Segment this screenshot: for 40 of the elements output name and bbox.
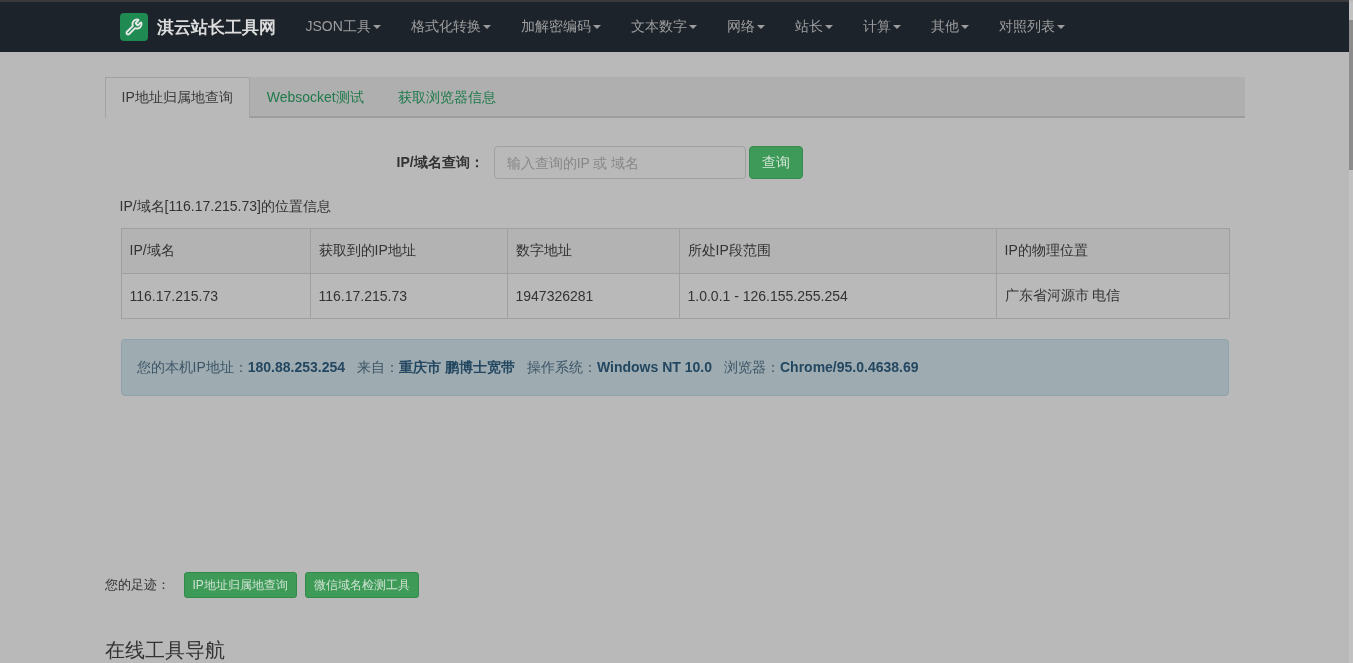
table-cell: 116.17.215.73 xyxy=(310,273,507,319)
table-cell: 1947326281 xyxy=(507,273,679,319)
table-header-cell: IP的物理位置 xyxy=(996,228,1229,274)
table-header-cell: 所处IP段范围 xyxy=(679,228,996,274)
nav-menu-link[interactable]: 网络 xyxy=(711,2,780,52)
brand-link[interactable]: 淇云站长工具网 xyxy=(119,13,276,41)
caret-icon xyxy=(756,25,765,29)
footprints-label: 您的足迹： xyxy=(104,576,170,594)
scrollbar-thumb[interactable] xyxy=(1349,20,1353,170)
nav-menu-link[interactable]: 对照列表 xyxy=(983,2,1080,52)
table-cell: 广东省河源市 电信 xyxy=(996,273,1229,319)
query-label: IP/域名查询： xyxy=(396,153,484,172)
nav-menu-link[interactable]: 格式化转换 xyxy=(395,2,506,52)
section-heading: 在线工具导航 xyxy=(104,638,226,662)
table-header-cell: IP/域名 xyxy=(121,228,310,274)
nav-menu-link[interactable]: 计算 xyxy=(847,2,916,52)
wrench-icon xyxy=(119,13,148,41)
caret-icon xyxy=(592,25,601,29)
client-info-text: 来自：重庆市 鹏博士宽带 xyxy=(357,358,515,377)
nav-menu-link[interactable]: 其他 xyxy=(915,2,984,52)
caret-icon xyxy=(482,25,491,29)
caret-icon xyxy=(824,25,833,29)
caret-icon xyxy=(960,25,969,29)
nav-menu-link[interactable]: JSON工具 xyxy=(290,2,396,52)
table-header-cell: 获取到的IP地址 xyxy=(310,228,507,274)
caret-icon xyxy=(372,25,381,29)
nav-menu-link[interactable]: 加解密编码 xyxy=(505,2,616,52)
table-cell: 1.0.0.1 - 126.155.255.254 xyxy=(679,273,996,319)
client-info-text: 您的本机IP地址：180.88.253.254 xyxy=(136,358,346,377)
caret-icon xyxy=(892,25,901,29)
tab[interactable]: IP地址归属地查询 xyxy=(104,77,250,118)
caret-icon xyxy=(688,25,697,29)
caret-icon xyxy=(1056,25,1065,29)
client-info-text: 浏览器：Chrome/95.0.4638.69 xyxy=(723,358,919,377)
result-title: IP/域名[116.17.215.73]的位置信息 xyxy=(118,197,332,216)
nav-menu-link[interactable]: 文本数字 xyxy=(615,2,712,52)
client-info-text: 操作系统：Windows NT 10.0 xyxy=(526,358,712,377)
nav-menu-link[interactable]: 站长 xyxy=(779,2,848,52)
table-cell: 116.17.215.73 xyxy=(121,273,310,319)
table-header-cell: 数字地址 xyxy=(507,228,679,274)
